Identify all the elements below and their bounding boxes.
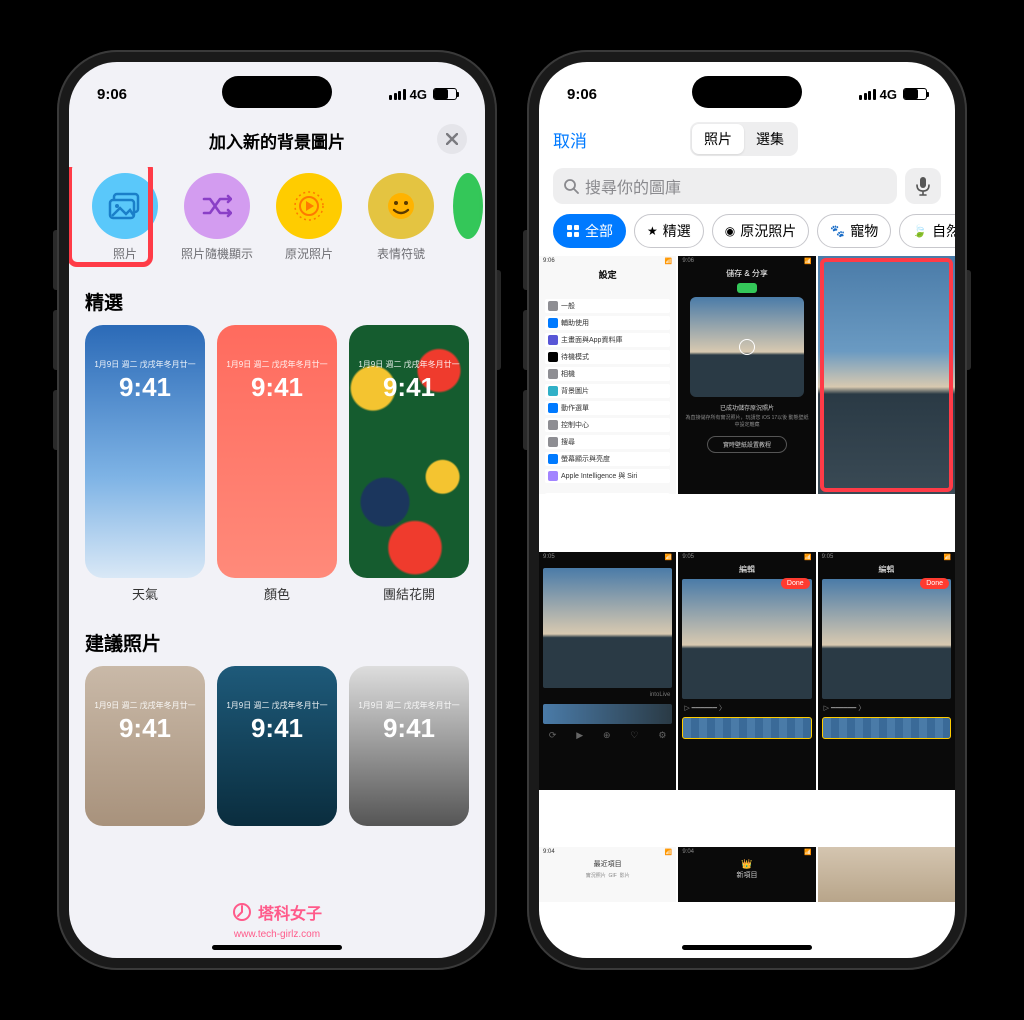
- photo-cell-edit-1[interactable]: 9:05📶 intoLive ⟳▶⊕♡⚙: [539, 552, 676, 790]
- signal-icon: [859, 89, 876, 100]
- status-time: 9:06: [97, 86, 127, 103]
- sheet-header: 加入新的背景圖片: [69, 116, 485, 167]
- home-indicator[interactable]: [212, 945, 342, 950]
- highlight-selected-photo: [820, 258, 953, 492]
- filter-live[interactable]: ◉ 原況照片: [712, 214, 809, 248]
- battery-icon: [433, 88, 457, 100]
- battery-icon: [903, 88, 927, 100]
- category-more[interactable]: [453, 173, 483, 262]
- photo-cell-newitem[interactable]: 9:04📶 👑 新項目: [678, 847, 815, 902]
- phone-left: 9:06 4G 加入新的背景圖片 照片: [57, 50, 497, 970]
- settings-list: 一般 輔助使用 主畫面與App資料庫 待機模式 相機 背景圖片 動作選單 控制中…: [539, 281, 676, 494]
- photo-cell-settings[interactable]: 9:06📶 設定 一般 輔助使用 主畫面與App資料庫 待機模式 相機 背景圖片…: [539, 256, 676, 494]
- dynamic-island: [692, 76, 802, 108]
- search-input[interactable]: 搜尋你的圖庫: [553, 168, 897, 204]
- screen-left: 9:06 4G 加入新的背景圖片 照片: [69, 62, 485, 958]
- watermark-url: www.tech-girlz.com: [234, 929, 320, 940]
- filter-featured[interactable]: ★ 精選: [634, 214, 704, 248]
- wallpaper-suggested-2[interactable]: 1月9日 週二 戊戌年冬月廿一 9:41: [217, 666, 337, 826]
- leaf-icon: 🍃: [912, 224, 927, 238]
- sheet-title: 加入新的背景圖片: [209, 128, 345, 153]
- category-emoji[interactable]: 表情符號: [361, 173, 441, 262]
- category-shuffle[interactable]: 照片隨機顯示: [177, 173, 257, 262]
- photo-cell-recents[interactable]: 9:04📶 最近項目 實況照片 GIF 影片: [539, 847, 676, 902]
- section-suggested: 建議照片 1月9日 週二 戊戌年冬月廿一 9:41 1月9日 週二 戊戌年冬月廿…: [69, 611, 485, 834]
- paw-icon: 🐾: [830, 224, 845, 238]
- shuffle-icon: [184, 173, 250, 239]
- live-photo-icon: [276, 173, 342, 239]
- grid-icon: [566, 224, 580, 238]
- close-icon: [446, 133, 458, 145]
- wallpaper-color[interactable]: 1月9日 週二 戊戌年冬月廿一 9:41: [217, 325, 337, 578]
- close-button[interactable]: [437, 124, 467, 154]
- mic-icon: [916, 176, 930, 196]
- wallpaper-suggested-1[interactable]: 1月9日 週二 戊戌年冬月廿一 9:41: [85, 666, 205, 826]
- section-title-suggested: 建議照片: [85, 629, 469, 656]
- photo-grid: 9:06📶 設定 一般 輔助使用 主畫面與App資料庫 待機模式 相機 背景圖片…: [539, 256, 955, 958]
- target-icon: [739, 339, 755, 355]
- watermark-icon: [232, 902, 252, 922]
- category-live[interactable]: 原況照片: [269, 173, 349, 262]
- segment-collections[interactable]: 選集: [744, 124, 796, 154]
- watermark: 塔科女子: [232, 900, 322, 924]
- filter-pills: 全部 ★ 精選 ◉ 原況照片 🐾 寵物 🍃 自然: [539, 214, 955, 256]
- category-photos[interactable]: 照片: [85, 173, 165, 262]
- home-indicator[interactable]: [682, 945, 812, 950]
- mic-button[interactable]: [905, 168, 941, 204]
- segmented-control: 照片 選集: [690, 122, 798, 156]
- segment-photos[interactable]: 照片: [692, 124, 744, 154]
- network-label: 4G: [880, 87, 897, 102]
- picker-header: 取消 照片 選集: [539, 116, 955, 162]
- status-time: 9:06: [567, 86, 597, 103]
- phone-right: 9:06 4G 取消 照片 選集 搜尋你的圖庫: [527, 50, 967, 970]
- photo-cell-room[interactable]: [818, 847, 955, 902]
- filter-nature[interactable]: 🍃 自然: [899, 214, 955, 248]
- wallpaper-suggested-3[interactable]: 1月9日 週二 戊戌年冬月廿一 9:41: [349, 666, 469, 826]
- photo-cell-edit-2[interactable]: 9:05📶 編輯 Done ▷ ━━━━━━ 〉: [678, 552, 815, 790]
- signal-icon: [389, 89, 406, 100]
- photo-cell-edit-3[interactable]: 9:05📶 編輯 Done ▷ ━━━━━━ 〉: [818, 552, 955, 790]
- category-row: 照片 照片隨機顯示 原況照片 表情符號: [69, 167, 485, 270]
- filter-pets[interactable]: 🐾 寵物: [817, 214, 891, 248]
- photos-icon: [92, 173, 158, 239]
- filter-all[interactable]: 全部: [553, 214, 626, 248]
- screen-right: 9:06 4G 取消 照片 選集 搜尋你的圖庫: [539, 62, 955, 958]
- star-icon: ★: [647, 224, 658, 238]
- search-icon: [563, 178, 579, 194]
- dynamic-island: [222, 76, 332, 108]
- wallpaper-unity[interactable]: 1月9日 週二 戊戌年冬月廿一 9:41: [349, 325, 469, 578]
- photo-cell-saveshare[interactable]: 9:06📶 儲存 & 分享 已成功儲存原況照片 為直接儲存所有實況照片，玩請您 …: [678, 256, 815, 494]
- emoji-icon: [368, 173, 434, 239]
- section-featured: 精選 1月9日 週二 戊戌年冬月廿一 9:41 天氣 1月9日 週二 戊戌年冬月…: [69, 270, 485, 611]
- network-label: 4G: [410, 87, 427, 102]
- wallpaper-weather[interactable]: 1月9日 週二 戊戌年冬月廿一 9:41: [85, 325, 205, 578]
- target-icon: ◉: [725, 224, 735, 238]
- search-row: 搜尋你的圖庫: [539, 162, 955, 214]
- photo-cell-sky-highlighted[interactable]: [818, 256, 955, 494]
- cancel-button[interactable]: 取消: [553, 127, 587, 152]
- section-title-featured: 精選: [85, 288, 469, 315]
